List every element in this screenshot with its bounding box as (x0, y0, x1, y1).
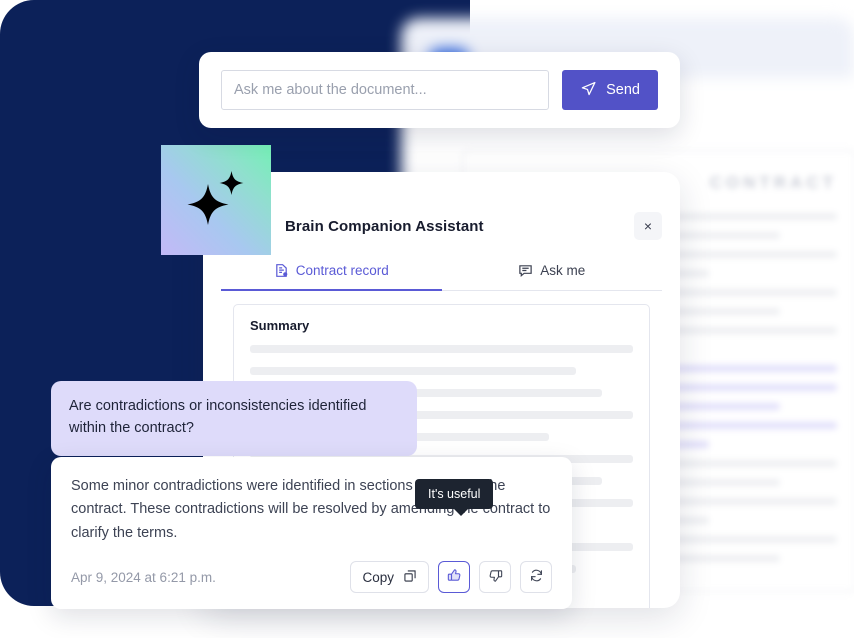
screenshot-stage: CONTRACT Brain Companion Assistant × Con… (0, 0, 854, 638)
thumbs-up-button[interactable] (438, 561, 470, 594)
thumbs-down-icon (488, 568, 503, 586)
summary-skeleton-line (250, 367, 576, 375)
send-button[interactable]: Send (562, 70, 658, 110)
ask-bar: Send (199, 52, 680, 128)
tab-ask-me[interactable]: Ask me (442, 260, 663, 290)
send-button-label: Send (606, 82, 640, 98)
thumbs-down-button[interactable] (479, 561, 511, 594)
copy-icon (403, 569, 417, 586)
answer-footer: Apr 9, 2024 at 6:21 p.m. Copy (71, 545, 552, 609)
summary-skeleton-line (250, 345, 633, 353)
feedback-tooltip: It's useful (415, 479, 494, 516)
assistant-panel-header: Brain Companion Assistant × (203, 172, 680, 248)
chat-bubble-icon (518, 263, 533, 278)
message-timestamp: Apr 9, 2024 at 6:21 p.m. (71, 569, 216, 585)
tab-label: Ask me (540, 263, 586, 278)
assistant-tabs: Contract record Ask me (221, 260, 662, 291)
background-document-title: CONTRACT (709, 173, 837, 192)
search-input[interactable] (221, 70, 550, 110)
assistant-answer-card: Some minor contradictions were identifie… (51, 457, 572, 610)
copy-button-label: Copy (362, 569, 394, 585)
sparkles-icon (180, 162, 252, 239)
user-message-bubble: Are contradictions or inconsistencies id… (51, 381, 417, 456)
brand-tile (161, 145, 271, 255)
paper-plane-icon (580, 80, 597, 101)
refresh-icon (529, 568, 544, 586)
regenerate-button[interactable] (520, 561, 552, 594)
thumbs-up-icon (447, 568, 462, 586)
copy-button[interactable]: Copy (350, 561, 429, 594)
answer-action-buttons: Copy (350, 561, 552, 594)
close-icon[interactable]: × (634, 212, 662, 240)
summary-title: Summary (250, 318, 310, 333)
tab-contract-record[interactable]: Contract record (221, 260, 442, 291)
tab-label: Contract record (295, 262, 389, 278)
page-title: Brain Companion Assistant (285, 218, 484, 235)
document-record-icon (274, 263, 289, 278)
